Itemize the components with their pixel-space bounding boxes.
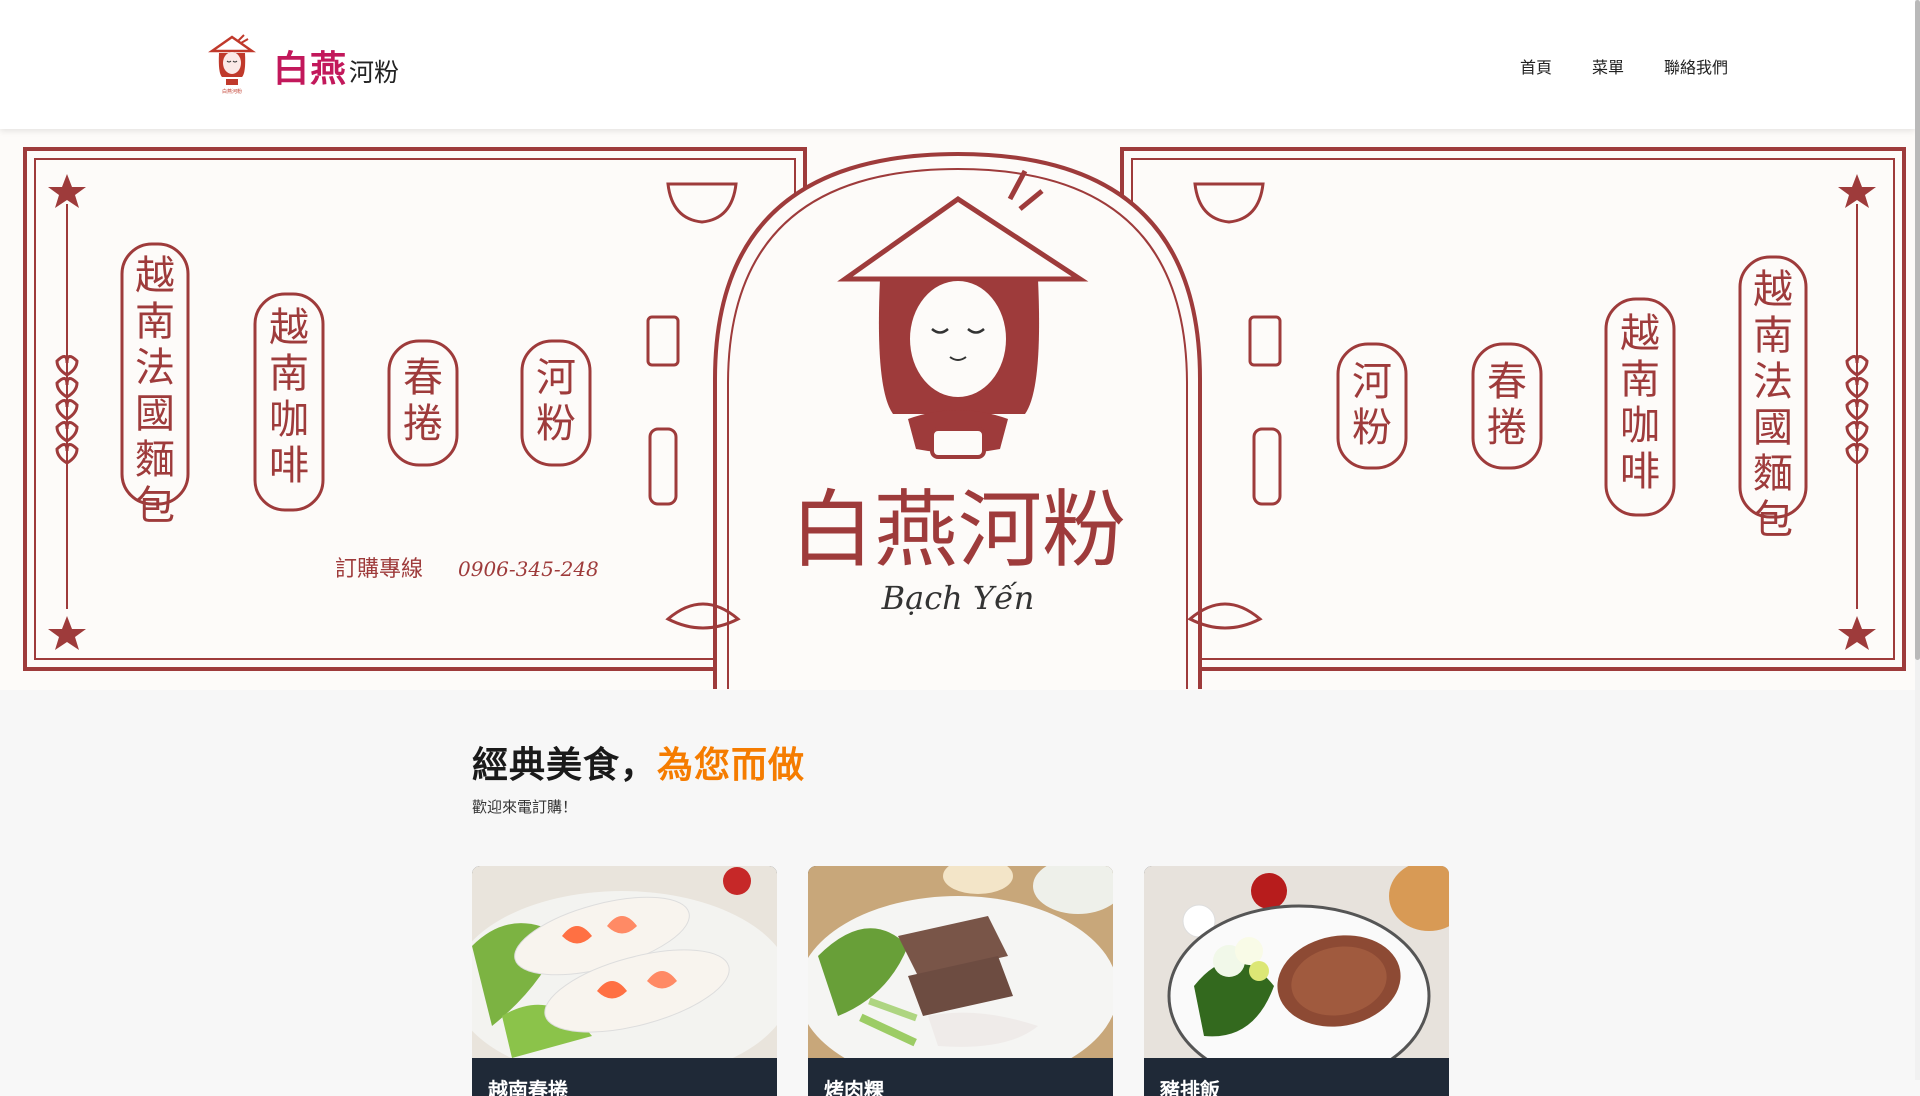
scrollbar-thumb[interactable] <box>1915 0 1920 660</box>
tag-text: 越南法國麵包 <box>135 253 175 529</box>
svg-text:越南咖啡: 越南咖啡 <box>1620 311 1660 495</box>
phone-label: 訂購專線 <box>335 557 423 582</box>
nav-menu[interactable]: 菜單 <box>1592 54 1624 78</box>
brand-title[interactable]: 白燕 河粉 <box>273 40 399 92</box>
nav-contact[interactable]: 聯絡我們 <box>1664 54 1728 78</box>
card-footer: 越南春捲 <box>472 1058 777 1096</box>
menu-card-pork-chop[interactable]: 豬排飯 <box>1144 866 1449 1096</box>
page-scrollbar[interactable] <box>1915 0 1920 1080</box>
menu-card-grilled-pork[interactable]: 烤肉粿 <box>808 866 1113 1096</box>
menu-card-spring-rolls[interactable]: 越南春捲 <box>472 866 777 1096</box>
card-title: 豬排飯 <box>1160 1078 1220 1096</box>
grilled-pork-vermicelli-photo <box>808 866 1113 1058</box>
banner-name-cn: 白燕河粉 <box>790 481 1126 579</box>
banner-artwork: 越南法國麵包 越南咖啡 春捲 河粉 河粉 春捲 越南咖啡 越南法國麵包 訂購專線… <box>23 147 1906 689</box>
svg-text:河粉: 河粉 <box>1352 359 1392 451</box>
section-subline: 歡迎來電訂購！ <box>472 798 578 816</box>
card-footer: 烤肉粿 <box>808 1058 1113 1096</box>
site-header: 白燕河粉 白燕 河粉 首頁 菜單 聯絡我們 <box>0 0 1915 129</box>
headline-dark: 經典美食， <box>472 745 658 786</box>
svg-text:春捲: 春捲 <box>403 355 443 447</box>
banner-name-vn: Bạch Yến <box>881 579 1035 617</box>
hero-banner: 越南法國麵包 越南咖啡 春捲 河粉 河粉 春捲 越南咖啡 越南法國麵包 訂購專線… <box>0 129 1915 690</box>
svg-text:越南法國麵包: 越南法國麵包 <box>1753 267 1793 543</box>
brand-main-text: 白燕 <box>273 49 348 90</box>
svg-text:河粉: 河粉 <box>536 355 576 447</box>
phone-number: 0906-345-248 <box>458 557 599 581</box>
svg-text:春捲: 春捲 <box>1487 359 1527 451</box>
bach-yen-logo-icon[interactable]: 白燕河粉 <box>208 33 256 95</box>
pork-chop-rice-photo <box>1144 866 1449 1058</box>
featured-section: 經典美食，為您而做 歡迎來電訂購！ 越南春捲 烤肉粿 豬排飯 <box>0 690 1915 1096</box>
section-headline: 經典美食，為您而做 <box>472 736 805 788</box>
svg-text:越南咖啡: 越南咖啡 <box>269 305 309 489</box>
bowl-doodle-right <box>1193 182 1265 224</box>
nav-home[interactable]: 首頁 <box>1520 54 1552 78</box>
card-title: 烤肉粿 <box>824 1078 884 1096</box>
brand-sub-text: 河粉 <box>349 58 400 87</box>
bowl-doodle-left <box>666 182 738 224</box>
card-title: 越南春捲 <box>488 1078 568 1096</box>
svg-text:白燕河粉: 白燕河粉 <box>222 88 242 95</box>
spring-rolls-photo <box>472 866 777 1058</box>
card-footer: 豬排飯 <box>1144 1058 1449 1096</box>
headline-accent: 為您而做 <box>657 745 806 786</box>
